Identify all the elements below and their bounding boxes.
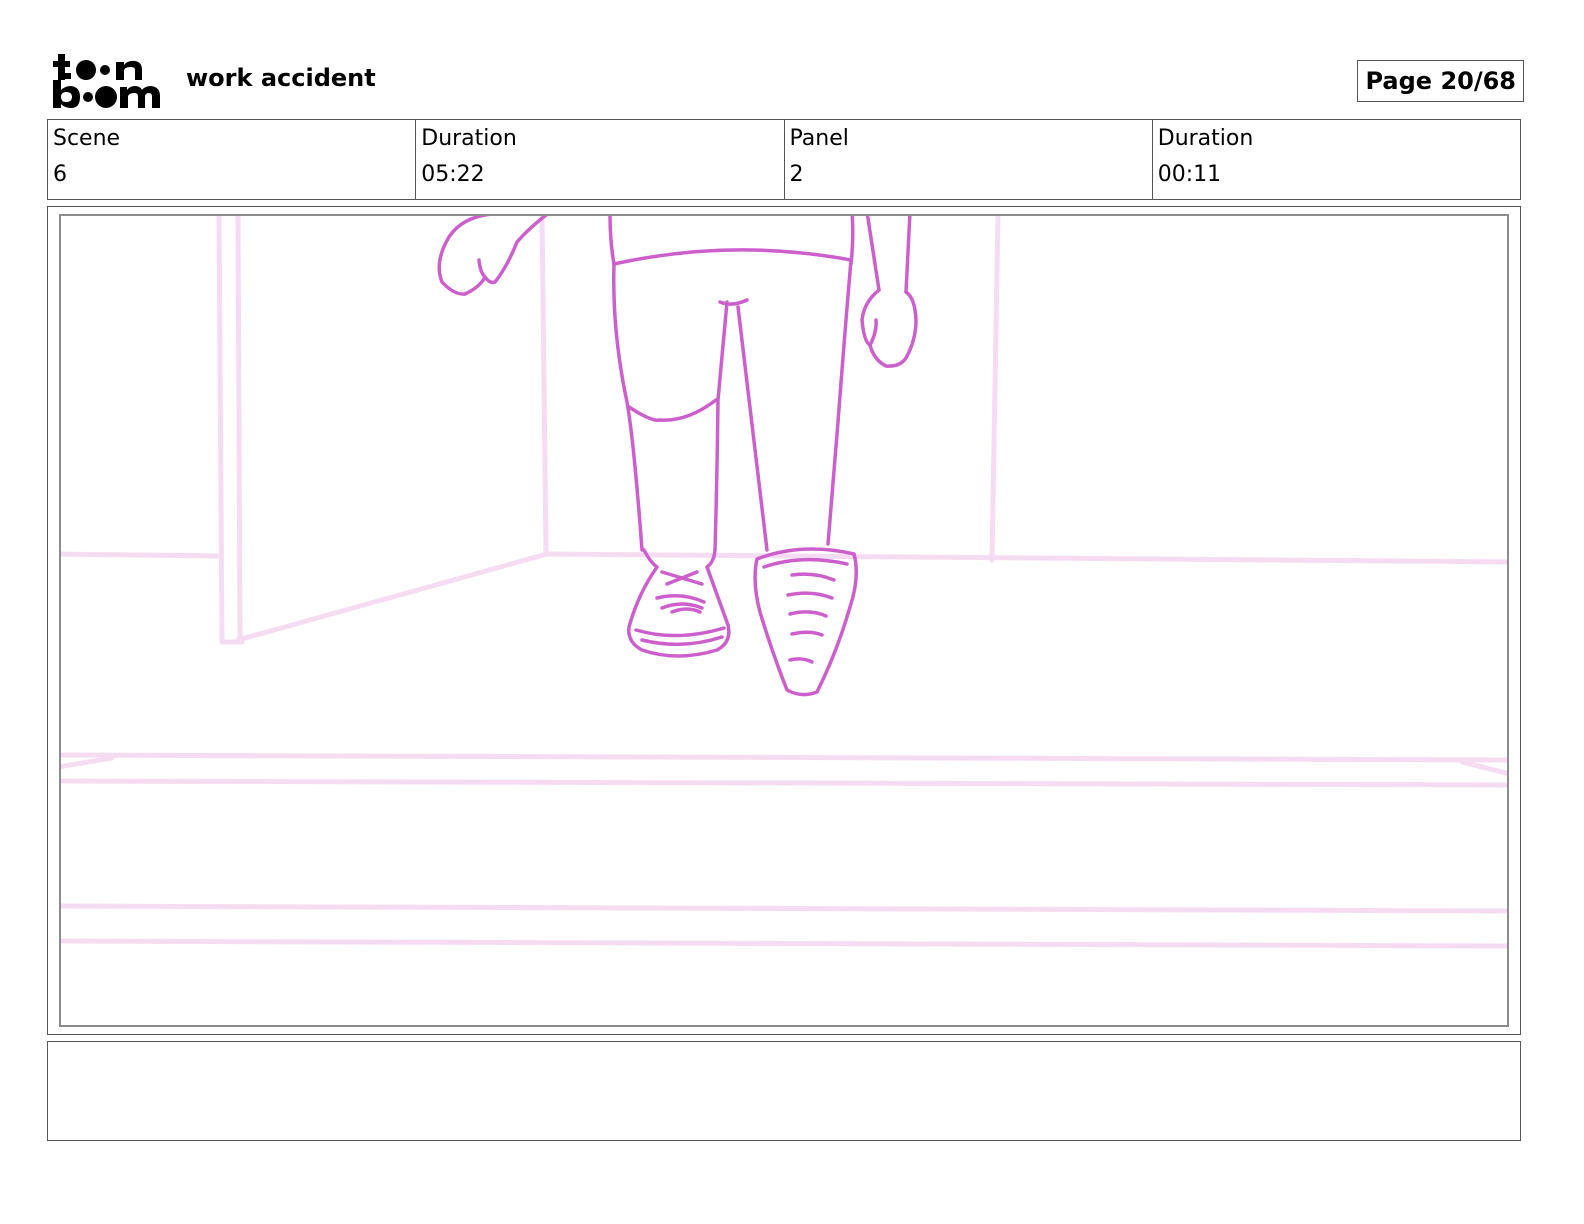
panel-cell: Panel 2 [783,120,1152,199]
storyboard-sketch [61,216,1507,949]
panel-value: 2 [789,162,804,187]
scene-info-table: Scene 6 Duration 05:22 Panel 2 Duration … [47,119,1521,200]
scene-duration-value: 05:22 [421,162,485,187]
scene-label: Scene [53,126,121,151]
toon-boom-logo [50,50,166,114]
scene-duration-label: Duration [421,126,517,151]
panel-duration-value: 00:11 [1157,162,1222,187]
scene-cell: Scene 6 [48,120,415,199]
project-title: work accident [186,64,376,92]
scene-duration-cell: Duration 05:22 [415,120,783,199]
panel-duration-cell: Duration 00:11 [1151,120,1520,199]
panel-image-area [59,214,1509,1027]
page-number: Page 20/68 [1357,60,1524,102]
panel-duration-label: Duration [1157,126,1254,151]
panel-notes-box [47,1041,1521,1141]
scene-value: 6 [53,162,67,187]
panel-label: Panel [789,126,849,151]
panel-frame [47,206,1521,1035]
